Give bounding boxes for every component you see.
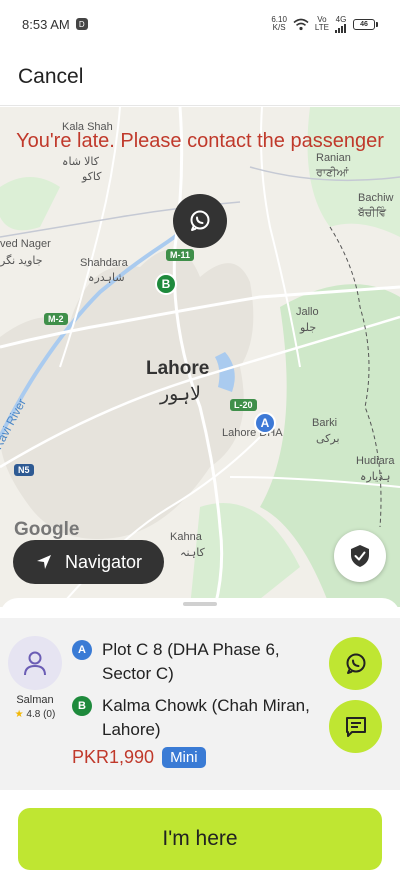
navigator-button[interactable]: Navigator — [13, 540, 164, 584]
ride-tier-badge: Mini — [162, 747, 206, 768]
trip-card: Salman ★ 4.8 (0) A Plot C 8 (DHA Phase 6… — [0, 618, 400, 790]
place-kahna: Kahna — [170, 531, 202, 543]
map-marker-b[interactable]: B — [155, 273, 177, 295]
whatsapp-icon — [346, 653, 365, 674]
chat-button[interactable] — [329, 700, 382, 753]
navigation-arrow-icon — [36, 555, 51, 569]
dropoff-address: Kalma Chowk (Chah Miran, Lahore) — [102, 696, 310, 739]
place-ranian-punjabi: ਰਾਣੀਆਂ — [316, 167, 349, 179]
chat-icon — [345, 716, 366, 737]
battery-icon: 46 — [353, 18, 378, 30]
status-right: 6.10 K/S Vo LTE 4G 46 — [271, 14, 378, 33]
place-bachiwind-punjabi: ਬੱਚੀਵਿੰ — [358, 207, 387, 219]
late-warning: You're late. Please contact the passenge… — [16, 130, 384, 152]
signal-group: 4G — [335, 14, 347, 33]
road-shield-n5: N5 — [14, 464, 34, 476]
place-bachiwind: Bachiw — [358, 192, 394, 204]
im-here-button[interactable]: I'm here — [18, 808, 382, 870]
place-hudiara-urdu: ہڈیارہ — [360, 471, 391, 483]
place-barki-urdu: برکی — [316, 433, 340, 445]
whatsapp-button[interactable] — [329, 637, 382, 690]
map-view[interactable]: Kala Shah کالا شاہ کاکو Ranian ਰਾਣੀਆਂ Ba… — [0, 107, 400, 607]
notification-icon: D — [75, 18, 88, 30]
signal-icon — [335, 23, 346, 33]
road-shield-l20: L-20 — [230, 399, 257, 411]
place-javed-nagar: ved Nager — [0, 238, 51, 250]
pickup-badge: A — [72, 640, 92, 660]
rider-name: Salman — [16, 694, 54, 706]
status-bar: 8:53 AM D 6.10 K/S Vo LTE 4G 46 — [0, 0, 400, 48]
drag-handle[interactable] — [183, 602, 217, 606]
battery-tip — [376, 21, 378, 27]
shield-check-icon — [351, 545, 369, 567]
road-shield-m2: M-2 — [44, 313, 68, 325]
road-shield-m11: M-11 — [166, 249, 195, 261]
place-kala-shah-urdu: کالا شاہ — [62, 156, 99, 168]
pickup-stop: A Plot C 8 (DHA Phase 6, Sector C) — [72, 638, 317, 686]
place-shahdara: Shahdara — [80, 257, 128, 269]
city-lahore: Lahore — [146, 358, 210, 379]
place-jallo: Jallo — [296, 306, 319, 318]
net-speed: 6.10 K/S — [271, 16, 287, 32]
rating-value: 4.8 (0) — [26, 709, 56, 720]
navigator-label: Navigator — [64, 551, 143, 572]
status-time: 8:53 AM — [22, 16, 70, 32]
avatar[interactable] — [8, 636, 62, 690]
user-icon — [24, 651, 46, 676]
star-icon: ★ — [14, 709, 24, 720]
place-hudiara: Hudiara — [356, 455, 395, 467]
volte-bottom: LTE — [314, 23, 329, 32]
net-speed-unit: K/S — [272, 23, 286, 32]
volte-indicator: Vo LTE — [315, 16, 329, 32]
google-logo: Google — [14, 519, 80, 540]
price-row: PKR1,990 Mini — [72, 747, 206, 768]
place-barki: Barki — [312, 417, 338, 429]
pickup-address: Plot C 8 (DHA Phase 6, Sector C) — [102, 640, 280, 683]
dropoff-badge: B — [72, 696, 92, 716]
wifi-icon — [293, 18, 309, 30]
bottom-sheet: Salman ★ 4.8 (0) A Plot C 8 (DHA Phase 6… — [0, 598, 400, 888]
map-marker-a[interactable]: A — [254, 412, 276, 434]
rider-rating: ★ 4.8 (0) — [0, 709, 70, 720]
place-jallo-urdu: جلو — [300, 322, 317, 334]
safety-button[interactable] — [334, 530, 386, 582]
city-lahore-urdu: لاہور — [160, 384, 201, 405]
dropoff-stop: B Kalma Chowk (Chah Miran, Lahore) — [72, 694, 317, 742]
place-javed-nagar-urdu: جاوید نگر — [0, 255, 43, 267]
place-kaku-urdu: کاکو — [82, 171, 102, 183]
fare-price: PKR1,990 — [72, 747, 155, 767]
cancel-button[interactable]: Cancel — [18, 65, 83, 89]
place-kahna-urdu: کاہنہ — [180, 547, 205, 559]
top-bar: Cancel — [0, 48, 400, 106]
status-left: 8:53 AM D — [22, 17, 88, 32]
network-type: 4G — [335, 14, 347, 24]
battery-level: 46 — [353, 18, 375, 30]
whatsapp-icon — [190, 210, 210, 231]
map-whatsapp-button[interactable] — [173, 194, 227, 248]
place-shahdara-urdu: شاہدرہ — [88, 272, 125, 284]
